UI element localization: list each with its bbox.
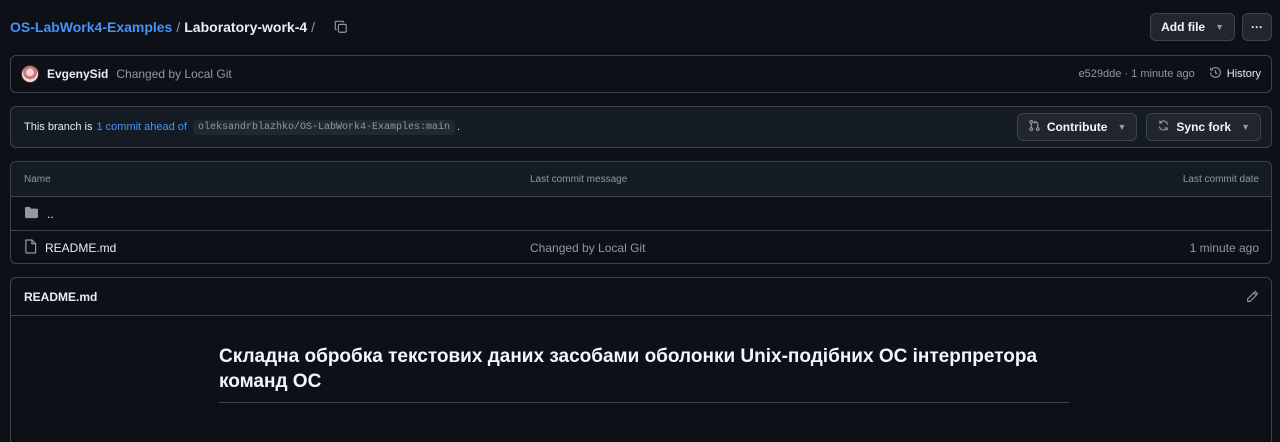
file-list-table: Name Last commit message Last commit dat…	[10, 161, 1272, 264]
commits-ahead-link[interactable]: 1 commit ahead of	[96, 121, 187, 133]
table-row[interactable]: README.md Changed by Local Git 1 minute …	[11, 231, 1271, 263]
copy-path-icon[interactable]	[333, 19, 349, 35]
latest-commit-bar: EvgenySid Changed by Local Git e529dde ·…	[10, 55, 1272, 93]
history-label: History	[1226, 68, 1261, 80]
history-link[interactable]: History	[1209, 66, 1261, 82]
branch-actions: Contribute ▼ Sync fork ▼	[1016, 113, 1261, 141]
branch-status-bar: This branch is 1 commit ahead of oleksan…	[10, 106, 1272, 148]
top-bar: OS-LabWork4-Examples / Laboratory-work-4…	[10, 12, 1272, 42]
breadcrumb-repo-link[interactable]: OS-LabWork4-Examples	[10, 19, 172, 35]
column-header-message: Last commit message	[530, 173, 628, 185]
upstream-branch-ref: oleksandrblazhko/OS-LabWork4-Examples:ma…	[192, 119, 456, 135]
readme-title: Складна обробка текстових даних засобами…	[219, 344, 1069, 403]
top-actions: Add file ▼ ···	[1150, 13, 1272, 41]
readme-header: README.md	[11, 278, 1271, 316]
more-options-label: ···	[1251, 20, 1263, 34]
history-icon	[1209, 66, 1222, 82]
pull-request-icon	[1028, 119, 1041, 135]
avatar[interactable]	[21, 65, 39, 83]
commit-meta[interactable]: e529dde · 1 minute ago	[1079, 68, 1195, 80]
breadcrumb-current-folder: Laboratory-work-4	[184, 19, 308, 35]
readme-content: Складна обробка текстових даних засобами…	[11, 316, 1271, 403]
readme-panel: README.md Складна обробка текстових дани…	[10, 277, 1272, 442]
file-name-cell: README.md	[24, 239, 530, 257]
table-row[interactable]: ..	[11, 197, 1271, 231]
commit-message[interactable]: Changed by Local Git	[116, 67, 231, 81]
branch-status-text: This branch is 1 commit ahead of oleksan…	[24, 119, 461, 135]
more-options-button[interactable]: ···	[1242, 13, 1272, 41]
breadcrumb: OS-LabWork4-Examples / Laboratory-work-4…	[10, 19, 349, 35]
parent-directory-link[interactable]: ..	[47, 207, 54, 221]
file-link[interactable]: README.md	[45, 241, 116, 255]
table-header: Name Last commit message Last commit dat…	[11, 162, 1271, 197]
breadcrumb-separator: /	[176, 19, 181, 35]
readme-header-title[interactable]: README.md	[24, 290, 97, 304]
pencil-icon[interactable]	[1246, 290, 1259, 303]
file-icon	[24, 239, 37, 257]
column-header-name: Name	[24, 173, 51, 185]
chevron-down-icon: ▼	[1117, 122, 1127, 132]
file-commit-date: 1 minute ago	[1189, 241, 1259, 255]
chevron-down-icon: ▼	[1241, 122, 1250, 132]
folder-icon	[24, 206, 39, 222]
commit-meta-group: e529dde · 1 minute ago History	[1079, 66, 1261, 82]
branch-status-prefix: This branch is	[24, 121, 93, 133]
file-name-cell: ..	[24, 206, 530, 222]
breadcrumb-trailing-separator: /	[311, 19, 316, 35]
add-file-label: Add file	[1161, 20, 1206, 34]
branch-status-suffix: .	[457, 121, 461, 133]
add-file-button[interactable]: Add file ▼	[1150, 13, 1235, 41]
sync-fork-button[interactable]: Sync fork ▼	[1146, 113, 1261, 141]
commit-author[interactable]: EvgenySid	[47, 67, 108, 81]
column-header-date: Last commit date	[1182, 173, 1259, 185]
file-commit-message[interactable]: Changed by Local Git	[530, 241, 1190, 255]
sync-icon	[1157, 119, 1170, 135]
chevron-down-icon: ▼	[1215, 22, 1224, 32]
contribute-button[interactable]: Contribute ▼	[1016, 113, 1138, 141]
sync-fork-label: Sync fork	[1176, 120, 1232, 134]
contribute-label: Contribute	[1046, 120, 1108, 134]
